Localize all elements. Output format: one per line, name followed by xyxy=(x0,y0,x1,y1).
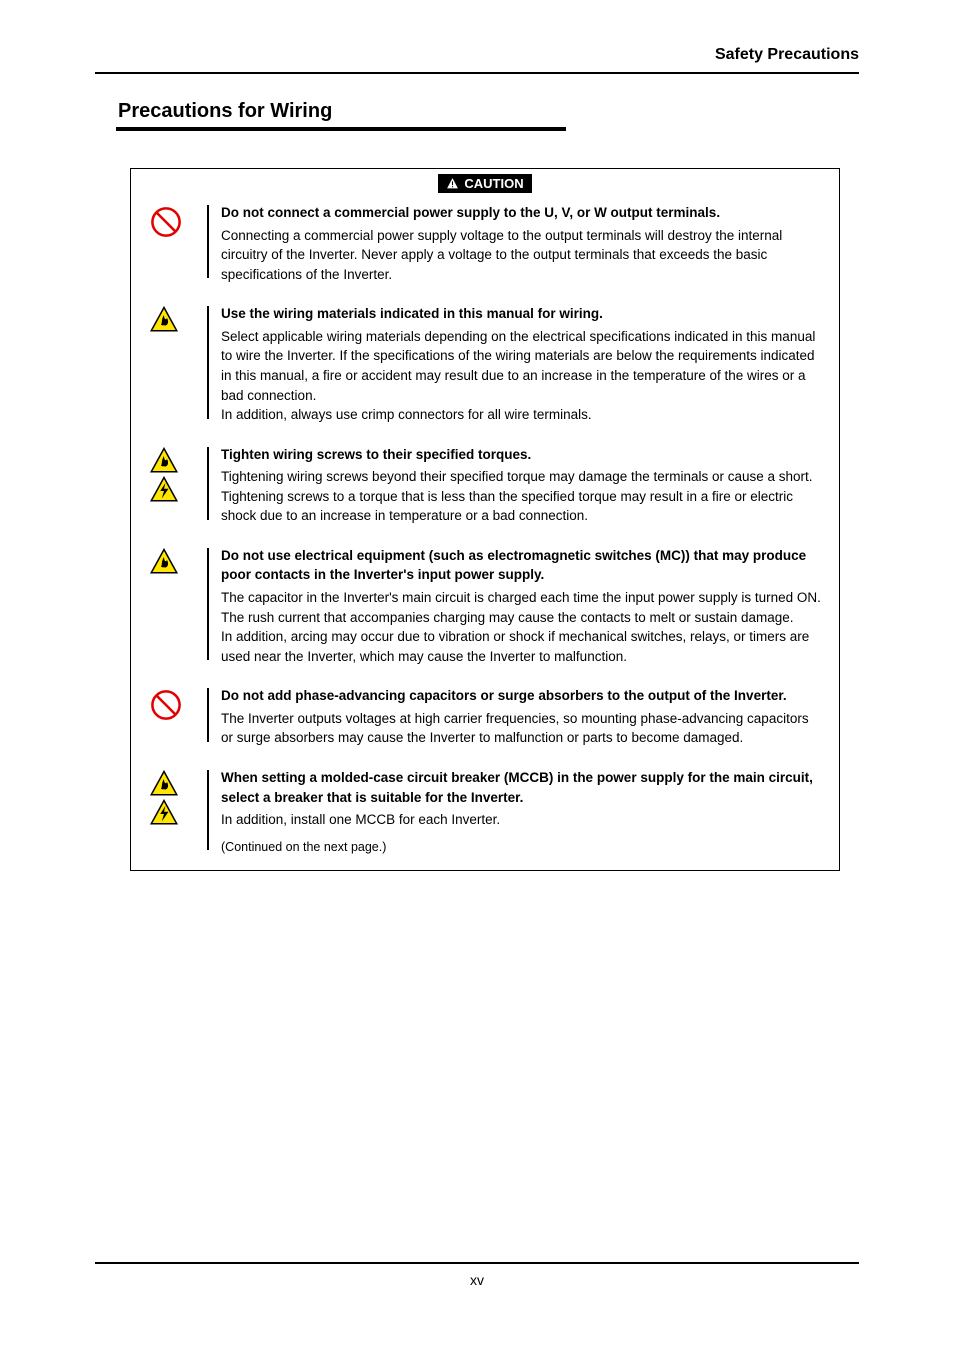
caution-header: CAUTION xyxy=(131,169,839,199)
item-divider xyxy=(207,770,209,850)
item-divider xyxy=(207,688,209,742)
fire-triangle-icon xyxy=(149,447,179,474)
item-icons xyxy=(149,445,203,526)
shock-triangle-icon xyxy=(149,799,179,826)
item-divider xyxy=(207,306,209,418)
caution-badge: CAUTION xyxy=(438,174,531,193)
item-icons xyxy=(149,304,203,424)
caution-item: Tighten wiring screws to their specified… xyxy=(149,445,821,526)
caution-box: CAUTION Do not connect a commercial powe… xyxy=(130,168,840,871)
page-header-title: Safety Precautions xyxy=(715,46,859,64)
item-body: Connecting a commercial power supply vol… xyxy=(221,226,821,285)
caution-item: Use the wiring materials indicated in th… xyxy=(149,304,821,424)
item-divider xyxy=(207,548,209,660)
caution-item: When setting a molded-case circuit break… xyxy=(149,768,821,856)
fire-triangle-icon xyxy=(149,770,179,797)
item-body: In addition, install one MCCB for each I… xyxy=(221,810,821,830)
fire-triangle-icon xyxy=(149,548,179,575)
prohibition-icon xyxy=(149,205,183,239)
item-heading: Use the wiring materials indicated in th… xyxy=(221,304,821,324)
item-heading: When setting a molded-case circuit break… xyxy=(221,768,821,807)
warning-icon xyxy=(446,177,459,190)
fire-triangle-icon xyxy=(149,306,179,333)
item-body: The capacitor in the Inverter's main cir… xyxy=(221,588,821,666)
item-body: Select applicable wiring materials depen… xyxy=(221,327,821,425)
item-icons xyxy=(149,203,203,284)
item-text: When setting a molded-case circuit break… xyxy=(221,768,821,856)
item-body: Tightening wiring screws beyond their sp… xyxy=(221,467,821,526)
item-icons xyxy=(149,768,203,856)
item-divider xyxy=(207,205,209,278)
item-heading: Do not use electrical equipment (such as… xyxy=(221,546,821,585)
caution-item: Do not add phase-advancing capacitors or… xyxy=(149,686,821,748)
caution-label-text: CAUTION xyxy=(464,176,523,191)
caution-body: Do not connect a commercial power supply… xyxy=(131,199,839,870)
item-divider xyxy=(207,447,209,520)
item-text: Tighten wiring screws to their specified… xyxy=(221,445,821,526)
item-heading: Do not connect a commercial power supply… xyxy=(221,203,821,223)
page-number: xv xyxy=(0,1272,954,1288)
section-title: Precautions for Wiring xyxy=(118,100,332,123)
item-heading: Do not add phase-advancing capacitors or… xyxy=(221,686,821,706)
page-top-rule xyxy=(95,72,859,74)
item-heading: Tighten wiring screws to their specified… xyxy=(221,445,821,465)
item-text: Do not connect a commercial power supply… xyxy=(221,203,821,284)
caution-item: Do not use electrical equipment (such as… xyxy=(149,546,821,666)
item-text: Do not use electrical equipment (such as… xyxy=(221,546,821,666)
item-body: The Inverter outputs voltages at high ca… xyxy=(221,709,821,748)
item-icons xyxy=(149,546,203,666)
caution-item: Do not connect a commercial power supply… xyxy=(149,203,821,284)
section-underline xyxy=(116,127,566,131)
item-icons xyxy=(149,686,203,748)
page-bottom-rule xyxy=(95,1262,859,1264)
continue-note: (Continued on the next page.) xyxy=(221,838,821,856)
item-text: Do not add phase-advancing capacitors or… xyxy=(221,686,821,748)
prohibition-icon xyxy=(149,688,183,722)
item-text: Use the wiring materials indicated in th… xyxy=(221,304,821,424)
shock-triangle-icon xyxy=(149,476,179,503)
